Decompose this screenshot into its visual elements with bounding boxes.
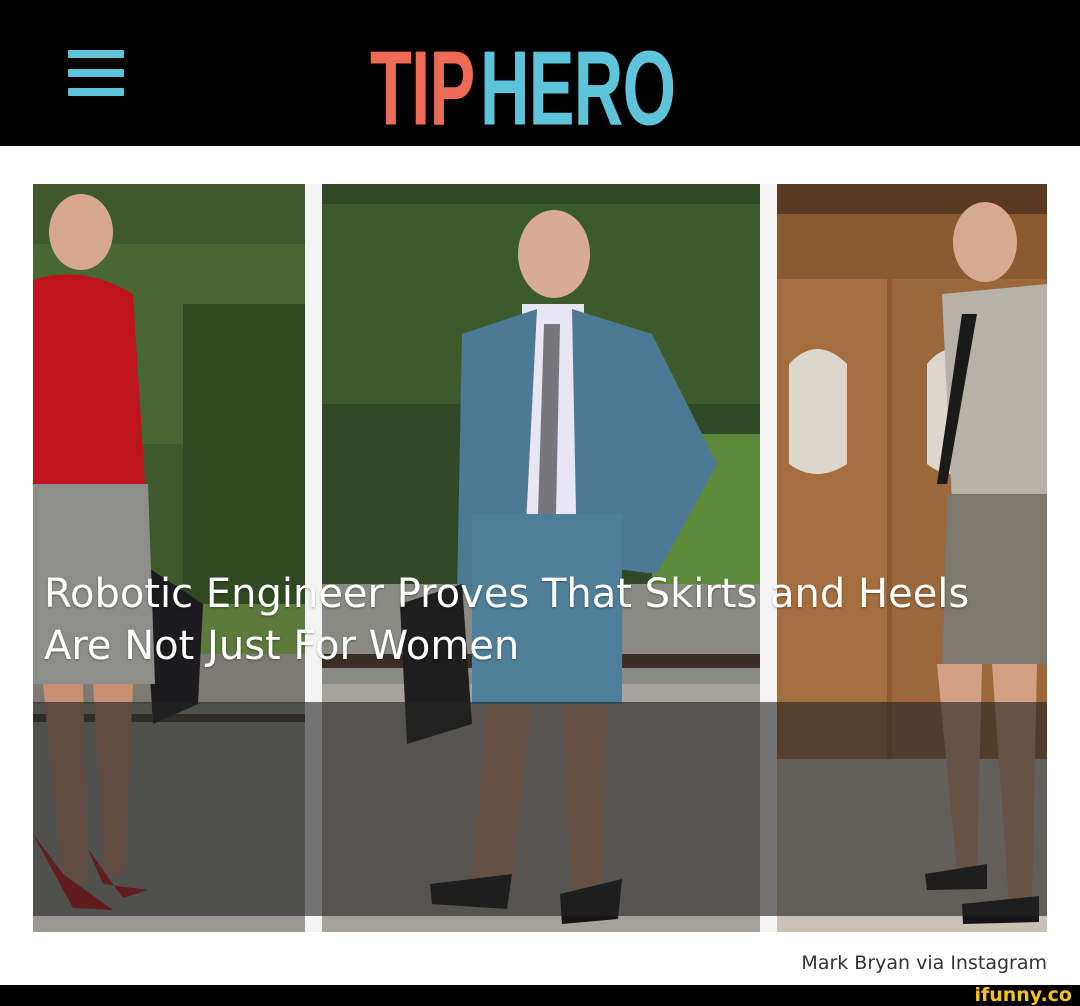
site-logo[interactable]: TIP HERO <box>370 14 720 147</box>
article-headline[interactable]: Robotic Engineer Proves That Skirts and … <box>44 568 994 672</box>
photo-credit: Mark Bryan via Instagram <box>801 952 1047 974</box>
logo-hero-text: HERO <box>479 28 676 148</box>
logo-tip-text: TIP <box>370 28 475 148</box>
headline-overlay <box>33 702 1047 916</box>
ifunny-watermark: ifunny.co <box>974 984 1072 1006</box>
hamburger-menu-icon[interactable] <box>66 48 126 100</box>
watermark-bar <box>0 985 1080 1006</box>
site-header: TIP HERO <box>0 0 1080 147</box>
menu-line <box>68 88 124 96</box>
menu-line <box>68 50 124 58</box>
menu-line <box>68 69 124 77</box>
article-hero-image[interactable] <box>33 184 1047 932</box>
